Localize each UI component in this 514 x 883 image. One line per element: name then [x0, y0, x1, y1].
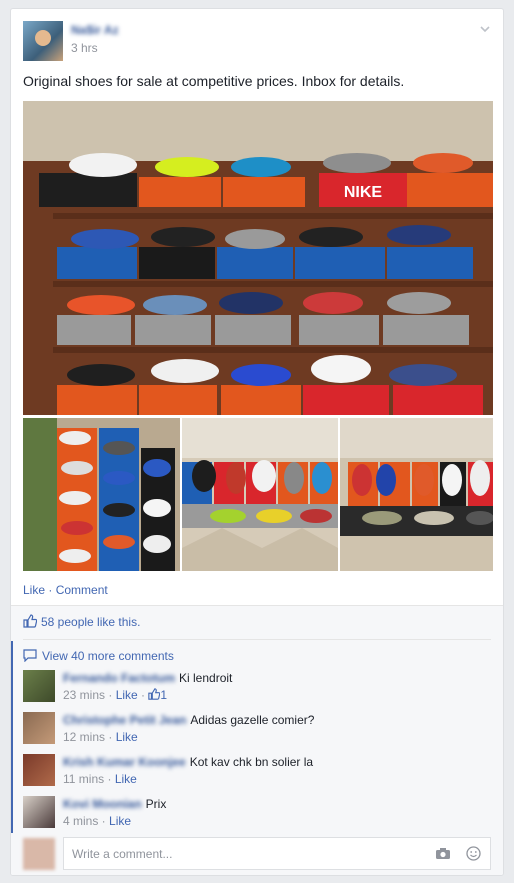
comment-like-link[interactable]: Like — [109, 814, 131, 828]
comment-time[interactable]: 4 mins — [63, 814, 98, 828]
commenter-name[interactable]: Krish Kumar Koonjee — [63, 755, 186, 769]
comment-meta: 23 mins · Like · 1 — [63, 688, 168, 702]
post-timestamp[interactable]: 3 hrs — [71, 41, 98, 55]
comment-meta: 12 mins · Like — [63, 730, 138, 744]
comment-time[interactable]: 23 mins — [63, 688, 105, 702]
likes-count-link[interactable]: 58 people like this. — [41, 615, 140, 629]
action-separator: · — [45, 583, 56, 597]
likes-summary[interactable]: 58 people like this. — [23, 614, 140, 629]
nike-box-label: NIKE — [344, 184, 383, 201]
comment-item: Fernando Factotum Ki lendroit 23 mins · L… — [23, 670, 491, 706]
commenter-name[interactable]: Fernando Factotum — [63, 671, 175, 685]
comment-composer — [23, 837, 491, 870]
comment-text: Ki lendroit — [179, 671, 233, 685]
comment-like-link[interactable]: Like — [116, 688, 138, 702]
commenter-avatar[interactable] — [23, 754, 55, 786]
like-count-value: 1 — [160, 688, 168, 702]
comment-body: Christophe Petit Jean Adidas gazelle comi… — [63, 712, 314, 728]
comment-meta: 4 mins · Like — [63, 814, 132, 828]
comment-body: Kovi Moonian Prix — [63, 796, 166, 812]
post-actions: Like · Comment — [23, 583, 108, 597]
commenter-avatar[interactable] — [23, 796, 55, 828]
comment-meta: 11 mins · Like — [63, 772, 137, 786]
camera-icon[interactable] — [435, 847, 451, 860]
post-header: Na$ir Az 3 hrs — [23, 21, 491, 61]
post-photo-main[interactable]: NIKE — [23, 101, 493, 415]
comment-text: Prix — [145, 797, 167, 811]
commenter-name[interactable]: Christophe Petit Jean — [63, 713, 186, 727]
commenter-avatar[interactable] — [23, 670, 55, 702]
post-photo-thumb-3[interactable] — [340, 418, 493, 571]
like-link[interactable]: Like — [23, 583, 45, 597]
commenter-name[interactable]: Kovi Moonian — [63, 797, 142, 811]
thumbs-up-icon — [23, 614, 38, 628]
comment-text: Kot kav chk bn solier la — [189, 755, 314, 769]
post-card: Na$ir Az 3 hrs Original shoes for sale a… — [10, 8, 504, 876]
comment-item: Kovi Moonian Prix 4 mins · Like — [23, 796, 491, 832]
comment-input[interactable] — [63, 837, 491, 870]
author-avatar[interactable] — [23, 21, 63, 61]
comment-like-count[interactable]: 1 — [148, 688, 167, 702]
commenter-avatar[interactable] — [23, 712, 55, 744]
comment-item: Krish Kumar Koonjee Kot kav chk bn solier… — [23, 754, 491, 790]
likes-divider — [23, 639, 491, 640]
view-more-comments-label[interactable]: View 40 more comments — [42, 649, 174, 663]
comment-bubble-icon — [23, 649, 37, 663]
comment-body: Fernando Factotum Ki lendroit — [63, 670, 232, 686]
chevron-down-icon[interactable] — [479, 23, 491, 35]
comment-time[interactable]: 12 mins — [63, 730, 105, 744]
post-text: Original shoes for sale at competitive p… — [23, 73, 405, 89]
comment-like-link[interactable]: Like — [115, 772, 137, 786]
comment-body: Krish Kumar Koonjee Kot kav chk bn solier… — [63, 754, 313, 770]
comments-accent-bar — [11, 641, 13, 833]
smiley-icon[interactable] — [466, 846, 481, 861]
view-more-comments-link[interactable]: View 40 more comments — [23, 649, 174, 663]
comment-link[interactable]: Comment — [56, 583, 108, 597]
viewer-avatar — [23, 838, 55, 870]
author-name[interactable]: Na$ir Az — [71, 23, 119, 37]
comment-like-link[interactable]: Like — [116, 730, 138, 744]
thumbs-up-icon — [148, 688, 161, 700]
comment-time[interactable]: 11 mins — [63, 772, 104, 786]
comment-text: Adidas gazelle comier? — [190, 713, 315, 727]
post-photo-thumb-1[interactable] — [23, 418, 180, 571]
post-photo-thumb-2[interactable] — [182, 418, 338, 571]
comment-item: Christophe Petit Jean Adidas gazelle comi… — [23, 712, 491, 748]
